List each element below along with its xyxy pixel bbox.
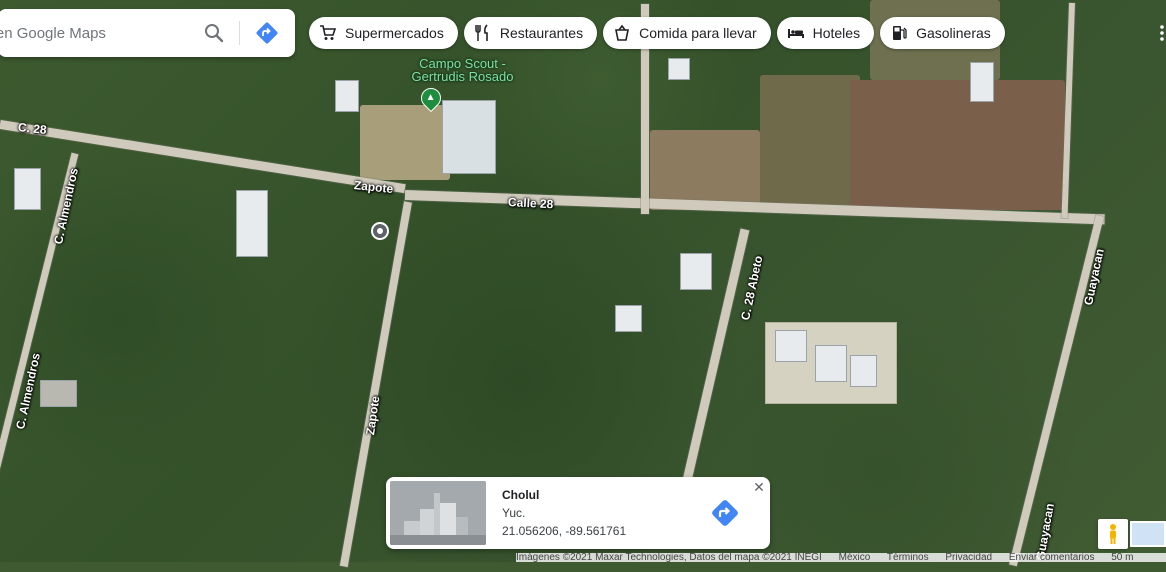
place-title: Cholul	[502, 488, 540, 502]
search-box	[0, 9, 295, 57]
location-marker-icon[interactable]	[371, 222, 389, 240]
cart-icon	[319, 24, 337, 42]
building	[970, 62, 994, 102]
more-options-icon[interactable]	[1158, 24, 1166, 42]
chip-label: Hoteles	[812, 25, 861, 41]
map-layer-toggle[interactable]	[1130, 521, 1166, 547]
privacy-link[interactable]: Privacidad	[945, 553, 992, 562]
feedback-link[interactable]: Enviar comentarios	[1009, 553, 1095, 562]
chip-comida-para-llevar[interactable]: Comida para llevar	[603, 17, 771, 49]
close-icon[interactable]: ✕	[752, 480, 766, 494]
building	[680, 253, 712, 290]
chip-supermercados[interactable]: Supermercados	[309, 17, 458, 49]
building	[14, 168, 41, 210]
building	[850, 355, 877, 387]
road-label-zapote-vertical: Zapote	[363, 395, 383, 436]
takeout-icon	[613, 24, 631, 42]
place-info-card[interactable]: Cholul Yuc. 21.056206, -89.561761 ✕	[386, 477, 770, 549]
country-link[interactable]: México	[839, 553, 871, 562]
attribution-bar: Imágenes ©2021 Maxar Technologies, Datos…	[516, 553, 1166, 562]
building	[335, 80, 359, 112]
directions-icon[interactable]	[710, 498, 740, 528]
chip-label: Comida para llevar	[639, 25, 757, 41]
road-label-calle28: Calle 28	[507, 195, 554, 212]
building	[442, 100, 496, 174]
chip-label: Gasolineras	[916, 25, 991, 41]
chip-hoteles[interactable]: Hoteles	[776, 17, 875, 49]
category-chips: Supermercados Restaurantes Comida para l…	[309, 17, 1005, 49]
building	[615, 305, 642, 332]
place-coordinates: 21.056206, -89.561761	[502, 524, 627, 538]
poi-name-line2: Gertrudis Rosado	[411, 69, 514, 84]
search-input[interactable]	[0, 9, 175, 57]
field-clearing	[850, 80, 1065, 210]
fuel-icon	[890, 24, 908, 42]
chip-label: Supermercados	[345, 25, 444, 41]
terms-link[interactable]: Términos	[887, 553, 929, 562]
directions-icon[interactable]	[255, 21, 279, 45]
search-divider	[239, 21, 240, 45]
road-label-zapote-horizontal: Zapote	[353, 178, 394, 197]
chip-gasolineras[interactable]: Gasolineras	[880, 17, 1005, 49]
road-label-c28: C. 28	[17, 120, 48, 137]
building	[40, 380, 77, 407]
road-label-c28-abeto: C. 28 Abeto	[738, 254, 766, 322]
field-clearing	[760, 75, 860, 210]
bed-icon	[787, 24, 805, 42]
road-label-almendros-top: C. Almendros	[51, 166, 81, 246]
poi-label[interactable]: Campo Scout - Gertrudis Rosado	[400, 57, 525, 83]
building	[775, 330, 807, 362]
building	[236, 190, 268, 257]
imagery-credit: Imágenes ©2021 Maxar Technologies, Datos…	[516, 553, 822, 562]
building	[668, 58, 690, 80]
place-subtitle: Yuc.	[502, 506, 526, 520]
search-icon[interactable]	[202, 21, 226, 45]
place-thumbnail[interactable]	[390, 481, 486, 545]
chip-label: Restaurantes	[499, 25, 584, 41]
road-c28	[0, 120, 406, 194]
field-clearing	[360, 105, 450, 180]
street-view-pegman-icon[interactable]	[1098, 519, 1128, 549]
field-clearing	[650, 130, 760, 210]
building	[815, 345, 847, 382]
fork-knife-icon	[474, 24, 492, 42]
chip-restaurantes[interactable]: Restaurantes	[463, 17, 598, 49]
scale-label[interactable]: 50 m	[1111, 553, 1133, 562]
